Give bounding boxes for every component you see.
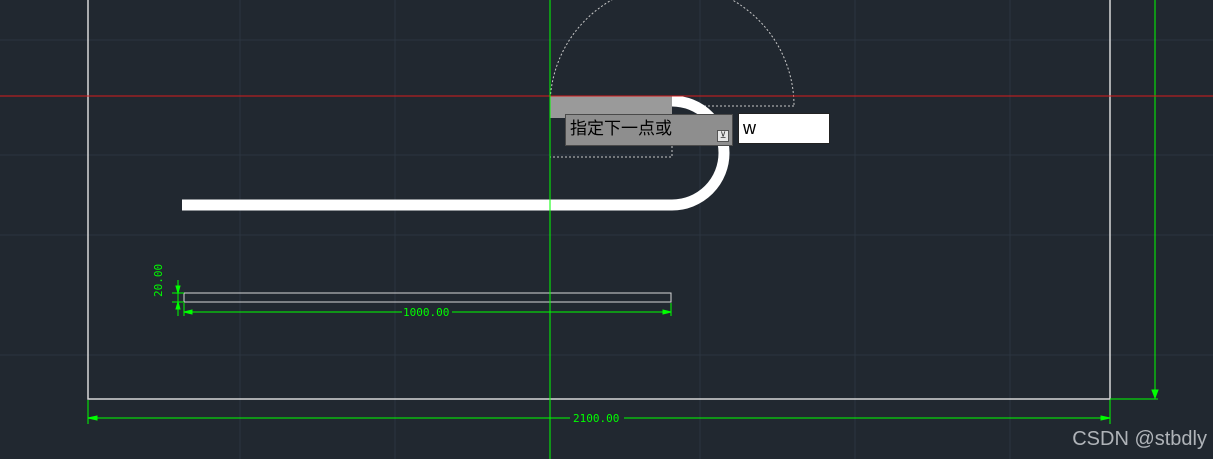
cad-drawing-viewport[interactable]: 2100.00 1000.00 20.00 指定下一点或 ⊻ w CSDN @s…: [0, 0, 1213, 459]
watermark: CSDN @stbdly: [1072, 428, 1207, 450]
drawing-canvas[interactable]: 2100.00 1000.00 20.00: [0, 0, 1213, 459]
dimension-1000-label: 1000.00: [403, 306, 449, 319]
dynamic-input-prompt[interactable]: 指定下一点或 ⊻: [565, 114, 733, 146]
right-vertical-dimension[interactable]: [1110, 0, 1159, 400]
tracking-arc-large: [549, 0, 795, 107]
dimension-2100-label: 2100.00: [573, 412, 619, 425]
dimension-20[interactable]: [172, 280, 184, 316]
background-grid: [0, 0, 1213, 459]
dynamic-input-field[interactable]: [738, 113, 830, 144]
down-arrow-icon[interactable]: ⊻: [717, 130, 729, 142]
dimension-20-label: 20.00: [152, 264, 165, 297]
prompt-label: 指定下一点或: [570, 119, 672, 139]
thin-rectangle[interactable]: [183, 292, 672, 303]
